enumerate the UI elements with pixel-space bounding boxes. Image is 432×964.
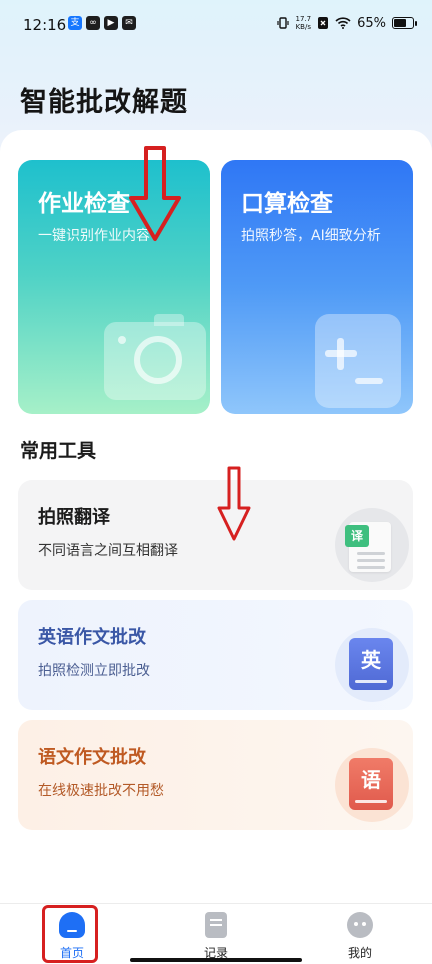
photo-translate-title: 拍照翻译: [38, 507, 110, 528]
annotation-arrow-down-icon: [217, 466, 251, 541]
video-notification-icon: ▶: [104, 16, 118, 30]
status-bar: 12:16 支 ∞ ▶ ✉ 17.7 KB/s 65%: [0, 0, 432, 52]
battery-percent: 65%: [357, 15, 386, 31]
records-icon: [205, 912, 227, 938]
message-notification-icon: ✉: [122, 16, 136, 30]
alipay-notification-icon: 支: [68, 16, 82, 30]
english-essay-title: 英语作文批改: [38, 627, 146, 648]
system-status: 17.7 KB/s 65%: [276, 15, 417, 31]
chinese-essay-card[interactable]: 语文作文批改 在线极速批改不用愁 语: [18, 720, 413, 830]
main-content: 作业检查 一键识别作业内容 口算检查 拍照秒答，AI细致分析 常用工具 拍照翻译…: [0, 130, 432, 905]
tools-section-title: 常用工具: [20, 440, 97, 462]
chinese-book-char: 语: [361, 768, 381, 792]
oral-math-check-title: 口算检查: [241, 191, 333, 217]
app-notification-icon: ∞: [86, 16, 100, 30]
translate-icon: 译: [335, 508, 409, 582]
chinese-essay-subtitle: 在线极速批改不用愁: [38, 783, 164, 799]
oral-math-check-subtitle: 拍照秒答，AI细致分析: [241, 228, 381, 244]
profile-icon: [347, 912, 373, 938]
photo-translate-card[interactable]: 拍照翻译 不同语言之间互相翻译 译: [18, 480, 413, 590]
english-essay-subtitle: 拍照检测立即批改: [38, 663, 150, 679]
nav-mine-label: 我的: [347, 946, 372, 960]
homework-check-title: 作业检查: [38, 191, 130, 217]
photo-translate-subtitle: 不同语言之间互相翻译: [38, 543, 178, 559]
chinese-book-icon: 语: [335, 748, 409, 822]
gesture-handle: [130, 958, 302, 962]
annotation-highlight-box: [42, 905, 98, 963]
no-sim-icon: [318, 17, 329, 29]
network-speed: 17.7 KB/s: [295, 15, 312, 31]
english-book-icon: 英: [335, 628, 409, 702]
english-essay-card[interactable]: 英语作文批改 拍照检测立即批改 英: [18, 600, 413, 710]
calculator-icon: [315, 314, 401, 408]
camera-icon: [104, 314, 206, 400]
page-title: 智能批改解题: [20, 87, 188, 118]
english-book-char: 英: [361, 648, 381, 672]
annotation-arrow-down-icon: [129, 146, 181, 241]
notification-icons: 支 ∞ ▶ ✉: [68, 16, 136, 30]
nav-mine[interactable]: 我的: [320, 908, 400, 962]
vibrate-icon: [276, 17, 289, 29]
battery-icon: [392, 17, 417, 29]
wifi-icon: [335, 17, 351, 29]
chinese-essay-title: 语文作文批改: [38, 747, 146, 768]
status-time: 12:16: [23, 16, 67, 34]
oral-math-check-card[interactable]: 口算检查 拍照秒答，AI细致分析: [221, 160, 413, 414]
translate-icon-char: 译: [345, 525, 369, 547]
nav-records[interactable]: 记录: [176, 908, 256, 962]
